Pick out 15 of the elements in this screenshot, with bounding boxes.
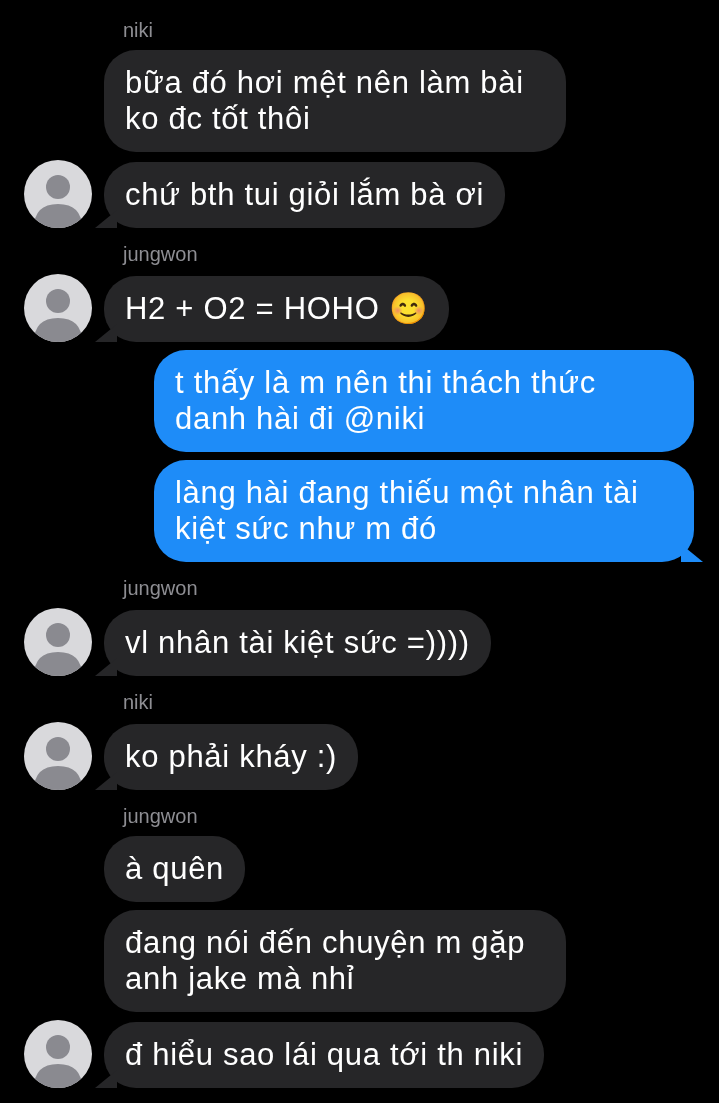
message-bubble: t thấy là m nên thi thách thức danh hài đi @niki <box>154 350 694 452</box>
sender-name: jungwon <box>123 804 199 828</box>
message-bubble: làng hài đang thiếu một nhân tài kiệt sức như m đó <box>154 460 694 562</box>
message-bubble: vl nhân tài kiệt sức =)))) <box>104 610 491 676</box>
message-bubble: ko phải kháy :) <box>104 724 359 790</box>
message-bubble: à quên <box>104 836 246 902</box>
message-bubble: bữa đó hơi mệt nên làm bài ko đc tốt thôi <box>104 50 566 152</box>
message-bubble: chứ bth tui giỏi lắm bà ơi <box>104 162 506 228</box>
message-bubble: H2 + O2 = HOHO 😊 <box>104 276 450 342</box>
sender-name: jungwon <box>123 242 199 266</box>
sender-name: niki <box>123 690 154 714</box>
message-bubble: đ hiểu sao lái qua tới th niki <box>104 1022 545 1088</box>
sender-name: niki <box>123 18 154 42</box>
sender-name: jungwon <box>123 576 199 600</box>
message-bubble: đang nói đến chuyện m gặp anh jake mà nhỉ <box>104 910 566 1012</box>
